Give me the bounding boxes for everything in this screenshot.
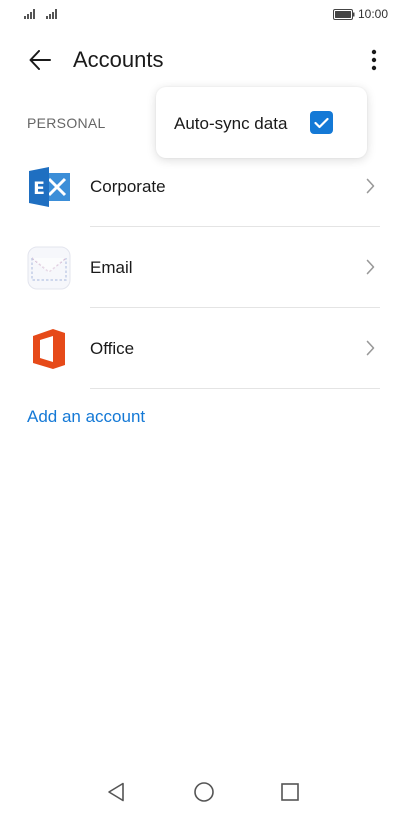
nav-home-button[interactable] (192, 780, 216, 804)
page-title: Accounts (73, 47, 164, 72)
battery-icon (333, 9, 355, 20)
more-vert-icon (371, 49, 377, 71)
account-list: E Corporate Email Office (0, 146, 408, 389)
back-arrow-icon (29, 50, 51, 70)
section-header-personal: PERSONAL (27, 115, 106, 131)
account-label: Corporate (90, 177, 166, 196)
chevron-right-icon (366, 259, 375, 275)
nav-recents-icon (281, 783, 299, 801)
chevron-right-icon (366, 340, 375, 356)
account-label: Office (90, 339, 135, 358)
exchange-icon: E (27, 165, 71, 209)
status-time: 10:00 (358, 7, 389, 21)
more-options-button[interactable] (356, 42, 392, 78)
back-button[interactable] (18, 42, 62, 78)
add-account-link[interactable]: Add an account (27, 407, 145, 427)
nav-recents-button[interactable] (278, 780, 302, 804)
chevron-right-icon (366, 178, 375, 194)
account-label: Email (90, 258, 133, 277)
divider (90, 388, 380, 389)
navigation-bar (0, 770, 408, 816)
nav-back-icon (108, 782, 124, 802)
office-icon (27, 327, 71, 371)
signal-icon (24, 9, 35, 19)
email-envelope-icon (27, 246, 71, 290)
signal-icon (46, 9, 57, 19)
auto-sync-label[interactable]: Auto-sync data (174, 114, 287, 134)
status-bar: 10:00 (0, 0, 408, 28)
nav-home-icon (194, 782, 214, 802)
auto-sync-checkbox[interactable] (310, 111, 333, 134)
nav-back-button[interactable] (104, 780, 128, 804)
account-row-corporate[interactable]: E Corporate (0, 146, 408, 227)
overflow-menu: Auto-sync data (156, 87, 367, 158)
svg-text:E: E (33, 179, 45, 199)
checkmark-icon (314, 117, 329, 128)
account-row-email[interactable]: Email (0, 227, 408, 308)
account-row-office[interactable]: Office (0, 308, 408, 389)
app-bar: Accounts (0, 36, 408, 84)
